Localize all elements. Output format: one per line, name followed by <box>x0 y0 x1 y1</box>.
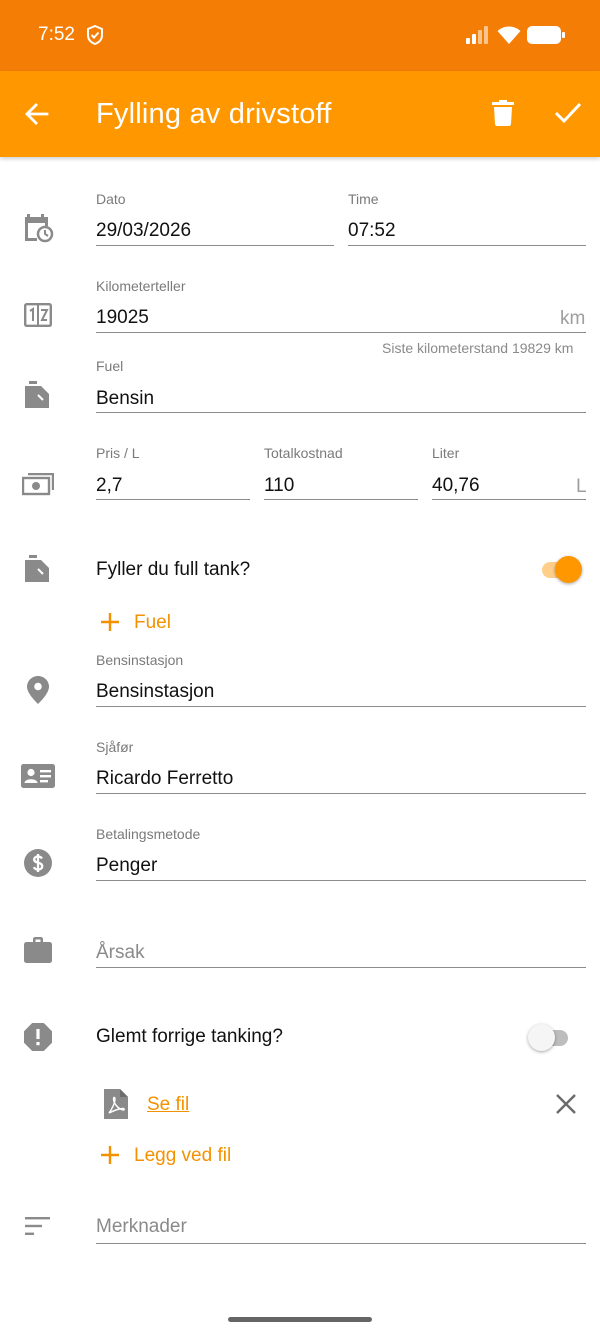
pdf-file-icon <box>104 1089 128 1119</box>
page-title: Fylling av drivstoff <box>96 98 332 130</box>
date-label: Dato <box>96 191 126 207</box>
time-label: Time <box>348 191 379 207</box>
price-label: Pris / L <box>96 445 140 461</box>
forgot-switch[interactable] <box>526 1021 572 1053</box>
driver-label: Sjåfør <box>96 739 134 755</box>
date-value[interactable]: 29/03/2026 <box>96 220 191 242</box>
time-underline <box>348 245 586 246</box>
money-icon <box>22 473 54 496</box>
driver-card-icon <box>21 764 55 788</box>
driver-value[interactable]: Ricardo Ferretto <box>96 768 233 790</box>
reason-input[interactable]: Årsak <box>96 942 145 964</box>
fuel-label: Fuel <box>96 358 124 374</box>
total-cost-underline <box>264 499 418 500</box>
full-tank-question: Fyller du full tank? <box>96 559 251 580</box>
switch-thumb <box>528 1024 555 1051</box>
switch-thumb <box>555 556 582 583</box>
fuel-underline <box>96 412 586 413</box>
station-underline <box>96 706 586 707</box>
plus-icon <box>101 1146 119 1164</box>
status-bar: 7:52 <box>0 0 600 71</box>
notes-icon <box>25 1217 50 1235</box>
forgot-question: Glemt forrige tanking? <box>96 1026 283 1047</box>
add-fuel-button[interactable]: Fuel <box>134 612 171 634</box>
save-check-icon[interactable] <box>554 101 582 125</box>
shield-icon <box>87 25 103 45</box>
full-tank-switch[interactable] <box>538 553 584 585</box>
odometer-label: Kilometerteller <box>96 278 186 294</box>
calendar-clock-icon <box>25 214 54 243</box>
notes-input[interactable]: Merknader <box>96 1216 187 1238</box>
fuel-value[interactable]: Bensin <box>96 388 154 410</box>
price-value[interactable]: 2,7 <box>96 475 122 497</box>
delete-icon[interactable] <box>492 100 514 126</box>
price-underline <box>96 499 250 500</box>
driver-underline <box>96 793 586 794</box>
date-underline <box>96 245 334 246</box>
station-label: Bensinstasjon <box>96 652 184 668</box>
payment-label: Betalingsmetode <box>96 826 201 842</box>
odometer-hint: Siste kilometerstand 19829 km <box>382 340 574 356</box>
liter-underline <box>432 499 586 500</box>
station-value[interactable]: Bensinstasjon <box>96 681 214 703</box>
dollar-icon <box>24 849 52 877</box>
reason-underline <box>96 967 586 968</box>
notes-underline <box>96 1243 586 1244</box>
view-file-link[interactable]: Se fil <box>147 1094 189 1116</box>
payment-value[interactable]: Penger <box>96 855 157 877</box>
app-bar: Fylling av drivstoff <box>0 71 600 157</box>
total-cost-value[interactable]: 110 <box>264 475 294 497</box>
payment-underline <box>96 880 586 881</box>
wifi-icon <box>497 26 521 44</box>
briefcase-icon <box>24 937 52 963</box>
close-icon[interactable] <box>556 1094 576 1114</box>
odometer-underline <box>96 332 586 333</box>
fuel-can-icon <box>25 381 49 408</box>
liter-unit: L <box>576 476 587 497</box>
time-value[interactable]: 07:52 <box>348 220 396 242</box>
add-file-button[interactable]: Legg ved fil <box>134 1145 231 1167</box>
odometer-icon <box>24 303 52 327</box>
total-cost-label: Totalkostnad <box>264 445 343 461</box>
status-time: 7:52 <box>38 24 75 45</box>
odometer-value[interactable]: 19025 <box>96 307 149 329</box>
odometer-unit: km <box>560 308 586 329</box>
plus-icon <box>101 613 119 631</box>
back-arrow-icon[interactable] <box>24 101 50 127</box>
alert-octagon-icon <box>24 1023 52 1051</box>
liter-label: Liter <box>432 445 460 461</box>
fuel-can-icon <box>25 555 49 582</box>
signal-icon <box>466 26 488 44</box>
liter-value[interactable]: 40,76 <box>432 475 480 497</box>
battery-icon <box>527 26 565 44</box>
location-pin-icon <box>27 676 49 704</box>
home-indicator[interactable] <box>228 1317 372 1322</box>
